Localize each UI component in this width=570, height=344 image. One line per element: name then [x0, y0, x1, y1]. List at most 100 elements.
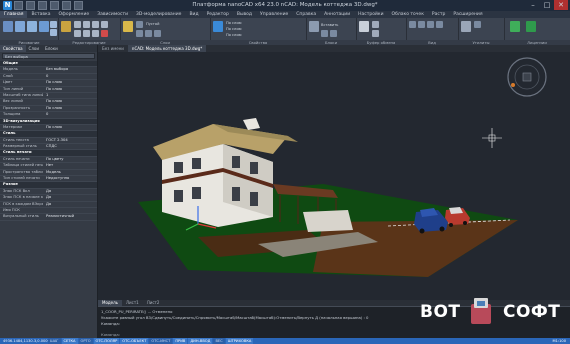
status-toggle-button[interactable]: ОРТО	[78, 338, 93, 344]
property-value[interactable]: По слою	[46, 125, 96, 130]
status-toggle-button[interactable]: ДИН-ВВОД	[188, 338, 213, 344]
tab-3d[interactable]: 3D-моделирование	[132, 11, 185, 18]
selection-filter-dropdown[interactable]: Без выбора	[2, 53, 95, 59]
annotation-scale[interactable]: M1:100	[553, 339, 570, 343]
status-toggle-button[interactable]: ОТС-ИНСТ	[149, 338, 173, 344]
tab-help[interactable]: Справка	[292, 11, 320, 18]
open-file-icon[interactable]	[26, 1, 35, 10]
rotate-icon[interactable]	[83, 21, 90, 28]
fillet-icon[interactable]	[92, 30, 99, 37]
color-dropdown[interactable]: По слою	[226, 21, 242, 25]
property-value[interactable]: По цвету	[46, 157, 96, 162]
panel-tab-blocks[interactable]: Блоки	[42, 45, 61, 52]
tab-constraints[interactable]: Зависимости	[93, 11, 132, 18]
status-toggle-button[interactable]: ШТРИХОВКА	[225, 338, 254, 344]
circle-icon[interactable]	[27, 21, 37, 32]
property-value[interactable]: Недоступно	[46, 176, 96, 181]
orbit-icon[interactable]	[427, 21, 434, 28]
print-icon[interactable]	[50, 1, 59, 10]
property-value[interactable]: По слою	[46, 87, 96, 92]
property-value[interactable]: Модель	[46, 170, 96, 175]
tab-output[interactable]: Вывод	[233, 11, 256, 18]
layer-state-icon[interactable]	[136, 21, 143, 28]
viewcube-icon[interactable]	[522, 72, 532, 82]
linetype-dropdown[interactable]: По слою	[226, 27, 242, 31]
property-row[interactable]: Визуальный стиль Реалистичный	[0, 214, 97, 221]
tab-raster[interactable]: Растр	[428, 11, 449, 18]
panel-tab-properties[interactable]: Свойства	[0, 45, 26, 52]
insert-block-icon[interactable]	[309, 21, 319, 32]
extend-icon[interactable]	[83, 30, 90, 37]
status-toggle-button[interactable]: ПРИВ	[173, 338, 188, 344]
layer-state-label[interactable]: Пустой	[146, 22, 159, 26]
property-value[interactable]: По слою	[46, 99, 96, 104]
copy-clip-icon[interactable]	[372, 30, 379, 37]
erase-icon[interactable]	[101, 30, 108, 37]
hatch-icon[interactable]	[50, 29, 57, 36]
tab-manage[interactable]: Управление	[256, 11, 292, 18]
pan-icon[interactable]	[418, 21, 425, 28]
save-icon[interactable]	[38, 1, 47, 10]
status-toggle-button[interactable]: ОТС-ОБЪЕКТ	[120, 338, 149, 344]
license-icon[interactable]	[510, 21, 520, 32]
tab-settings[interactable]: Настройки	[354, 11, 387, 18]
scale-icon[interactable]	[101, 21, 108, 28]
doc-tab-cottage[interactable]: nCAD: Модель коттеджа 3D.dwg*	[127, 45, 207, 52]
property-value[interactable]: 0	[46, 74, 96, 79]
property-value[interactable]: ГОСТ 2.304	[46, 138, 96, 143]
property-value[interactable]: По слою	[46, 80, 96, 85]
maximize-button[interactable]: □	[540, 0, 554, 10]
views-icon[interactable]	[436, 21, 443, 28]
close-button[interactable]: ✕	[554, 0, 568, 10]
layer-lock-icon[interactable]	[145, 30, 152, 37]
lineweight-dropdown[interactable]: По слою	[226, 33, 242, 37]
line-icon[interactable]	[3, 21, 13, 32]
redo-icon[interactable]	[74, 1, 83, 10]
property-value[interactable]: СПДС	[46, 144, 96, 149]
insert-block-label[interactable]: Вставить	[321, 23, 338, 27]
tab-home[interactable]: Главная	[0, 11, 28, 18]
mirror-icon[interactable]	[92, 21, 99, 28]
polyline-icon[interactable]	[15, 21, 25, 32]
status-toggle-button[interactable]: ШАГ	[48, 338, 61, 344]
property-value[interactable]: Реалистичный	[46, 214, 96, 219]
new-file-icon[interactable]	[14, 1, 23, 10]
activation-icon[interactable]	[526, 21, 536, 32]
layer-off-icon[interactable]	[154, 30, 161, 37]
property-value[interactable]: Да	[46, 195, 96, 200]
tab-view[interactable]: Вид	[185, 11, 202, 18]
create-block-icon[interactable]	[321, 30, 328, 37]
measure-icon[interactable]	[461, 21, 471, 32]
status-toggle-button[interactable]: ВЕС	[213, 338, 225, 344]
move-icon[interactable]	[61, 21, 71, 32]
copy-icon[interactable]	[74, 21, 81, 28]
cut-icon[interactable]	[372, 21, 379, 28]
property-value[interactable]: Без выбора	[46, 67, 96, 72]
layer-freeze-icon[interactable]	[136, 30, 143, 37]
calculator-icon[interactable]	[474, 21, 481, 28]
tab-annotate[interactable]: Оформление	[55, 11, 94, 18]
undo-icon[interactable]	[62, 1, 71, 10]
minimize-button[interactable]: –	[526, 0, 540, 10]
paste-icon[interactable]	[359, 21, 369, 32]
tab-annotations[interactable]: Аннотации	[320, 11, 354, 18]
model-viewport[interactable]	[98, 52, 570, 300]
property-value[interactable]: По слою	[46, 106, 96, 111]
zoom-icon[interactable]	[409, 21, 416, 28]
tab-editor[interactable]: Редактор	[203, 11, 233, 18]
status-toggle-button[interactable]: ОТС-ПОЛЯР	[93, 338, 120, 344]
match-properties-icon[interactable]	[213, 21, 223, 32]
property-value[interactable]: 1	[46, 93, 96, 98]
app-logo-icon[interactable]: N	[3, 1, 12, 10]
tab-extensions[interactable]: Расширения	[449, 11, 486, 18]
layer-properties-icon[interactable]	[123, 21, 133, 32]
tab-point-cloud[interactable]: Облако точек	[388, 11, 428, 18]
arc-icon[interactable]	[39, 21, 49, 32]
doc-tab-untitled[interactable]: Без имени	[98, 45, 128, 52]
viewcube-compass[interactable]	[505, 55, 549, 99]
property-value[interactable]: Да	[46, 202, 96, 207]
property-value[interactable]: Да	[46, 189, 96, 194]
command-input[interactable]: Команда:	[101, 332, 401, 337]
edit-block-icon[interactable]	[330, 30, 337, 37]
rectangle-icon[interactable]	[50, 21, 57, 28]
